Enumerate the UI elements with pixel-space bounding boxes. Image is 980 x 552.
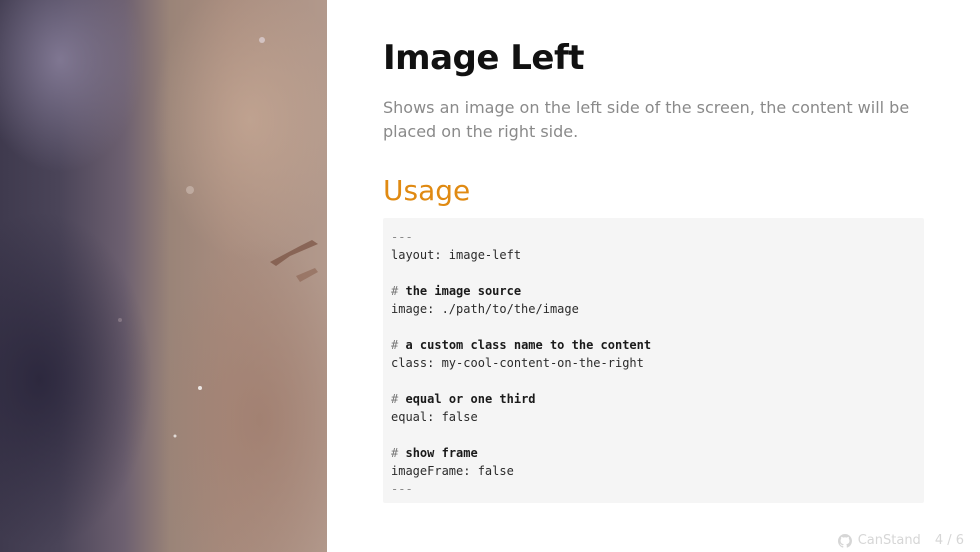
code-comment-line: # equal or one third [391, 390, 916, 408]
github-icon[interactable] [837, 533, 852, 548]
texture-overlay [118, 37, 318, 438]
code-comment-line: # show frame [391, 444, 916, 462]
page-indicator: 4 / 6 [934, 533, 964, 548]
code-line: --- [391, 482, 413, 496]
code-comment-line: # a custom class name to the content [391, 336, 916, 354]
comment-hash: # [391, 392, 399, 406]
code-line: equal: false [391, 410, 478, 424]
code-line: --- [391, 230, 413, 244]
slide-title: Image Left [383, 38, 585, 78]
code-line: layout: image-left [391, 248, 522, 262]
code-line: image: ./path/to/the/image [391, 302, 579, 316]
comment-hash: # [391, 338, 399, 352]
code-line: class: my-cool-content-on-the-right [391, 356, 644, 370]
code-comment-line: # the image source [391, 282, 916, 300]
brand-label[interactable]: CanStand [858, 533, 921, 548]
code-block: --- layout: image-left # the image sourc… [383, 218, 924, 503]
usage-heading: Usage [383, 174, 471, 207]
comment-text: equal or one third [405, 392, 536, 406]
comment-text: a custom class name to the content [405, 338, 652, 352]
slide-footer: CanStand 4 / 6 [837, 533, 964, 548]
left-texture-image [0, 0, 327, 552]
comment-hash: # [391, 284, 399, 298]
comment-hash: # [391, 446, 399, 460]
slide-description: Shows an image on the left side of the s… [383, 98, 910, 141]
comment-text: the image source [405, 284, 522, 298]
code-line: imageFrame: false [391, 464, 514, 478]
comment-text: show frame [405, 446, 478, 460]
